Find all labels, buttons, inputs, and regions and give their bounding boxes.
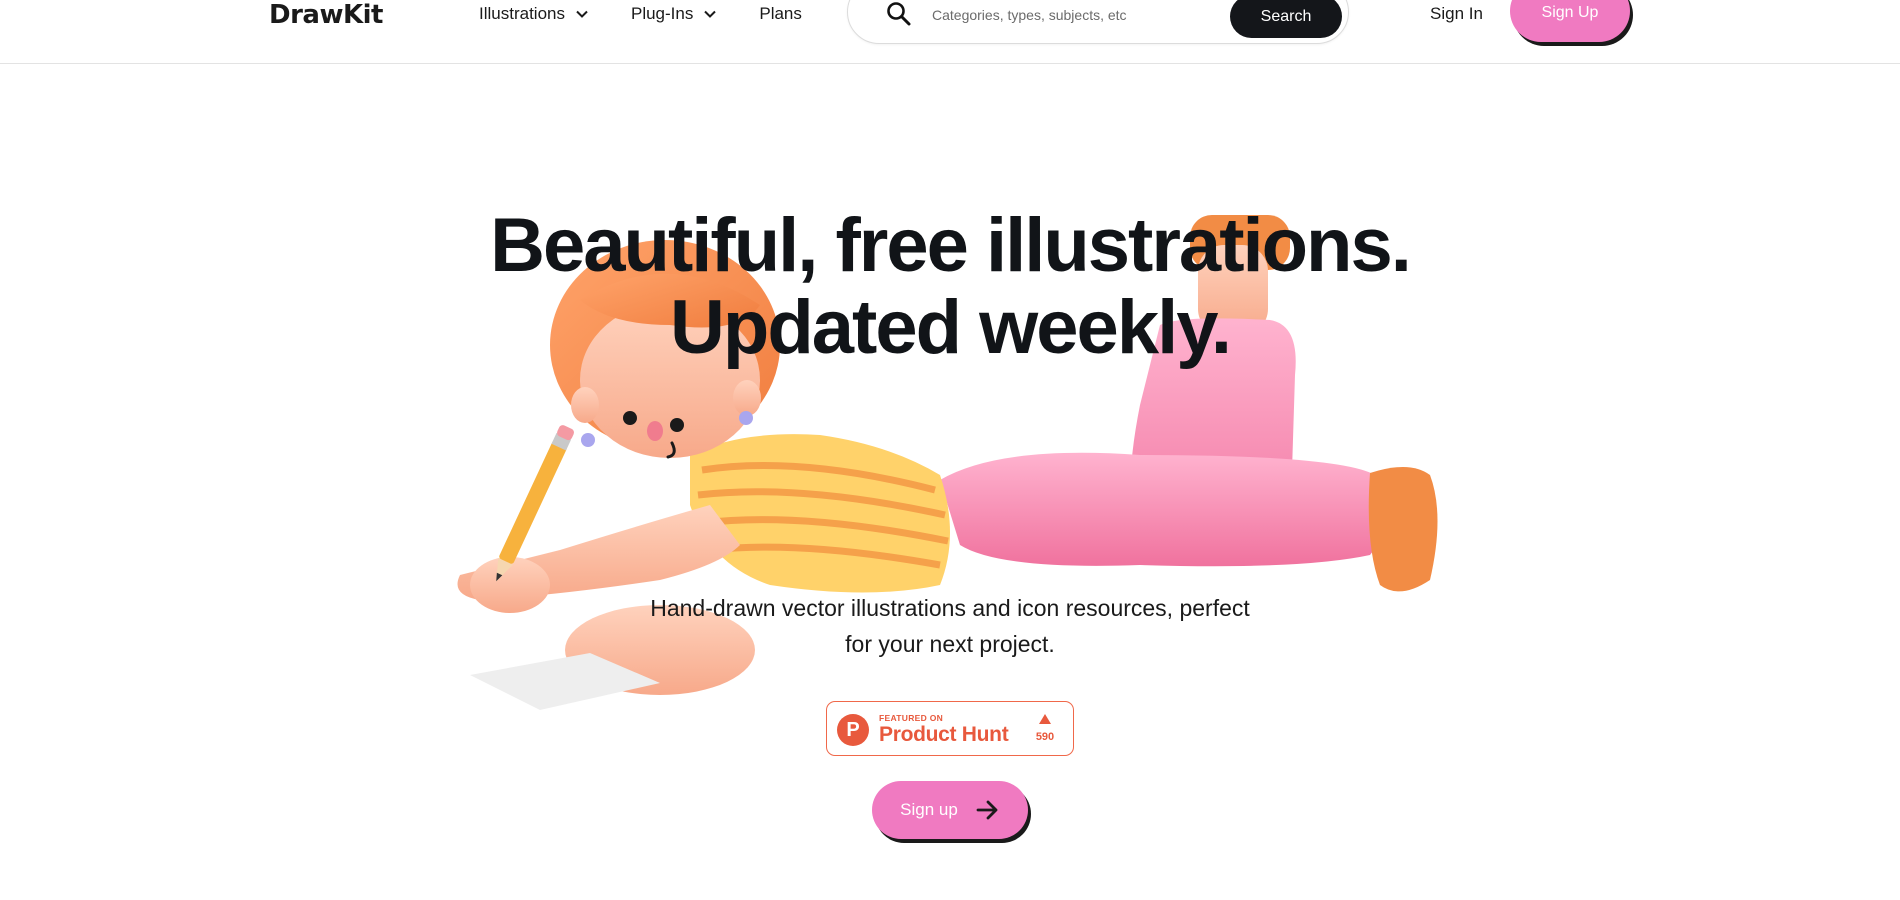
product-hunt-name: Product Hunt [879,723,1009,746]
main-nav: Illustrations Plug-Ins Plans [479,0,844,28]
search-input[interactable] [932,5,1232,25]
hero-subtitle-line-1: Hand-drawn vector illustrations and icon… [650,595,1250,621]
nav-item-illustrations[interactable]: Illustrations [479,4,589,24]
drawkit-logo[interactable]: DrawKit [269,0,383,30]
search-bar: Search [847,0,1349,44]
hero-title-line-1: Beautiful, free illustrations. [490,203,1412,288]
search-button[interactable]: Search [1230,0,1342,38]
arrow-right-icon [976,800,998,820]
product-hunt-featured-label: FEATURED ON [879,713,944,723]
product-hunt-upvote-count: 590 [1035,731,1055,743]
chevron-down-icon [704,10,717,18]
nav-item-label: Plug-Ins [630,4,694,23]
cta-label: Sign up [900,800,958,819]
nav-item-plug-ins[interactable]: Plug-Ins [631,4,717,24]
sign-up-button[interactable]: Sign Up [1510,0,1630,42]
search-icon [887,2,911,26]
hero-subtitle: Hand-drawn vector illustrations and icon… [640,590,1260,662]
nav-item-label: Illustrations [479,4,565,23]
product-hunt-badge[interactable]: P FEATURED ON Product Hunt 590 [826,701,1074,756]
hero-subtitle-line-2: for your next project. [845,631,1055,657]
product-hunt-logo: P [837,714,869,746]
nav-item-label: Plans [759,4,802,23]
hero-title-line-2: Updated weekly. [670,285,1232,370]
sign-in-link[interactable]: Sign In [1430,4,1483,24]
chevron-down-icon [576,10,588,18]
site-header: DrawKit Illustrations Plug-Ins Plans Sea… [0,0,1900,64]
sign-up-cta-button[interactable]: Sign up [872,781,1028,839]
hero-title: Beautiful, free illustrations. Updated w… [0,205,1900,369]
nav-item-plans[interactable]: Plans [759,4,802,24]
triangle-up-icon [1039,714,1051,724]
